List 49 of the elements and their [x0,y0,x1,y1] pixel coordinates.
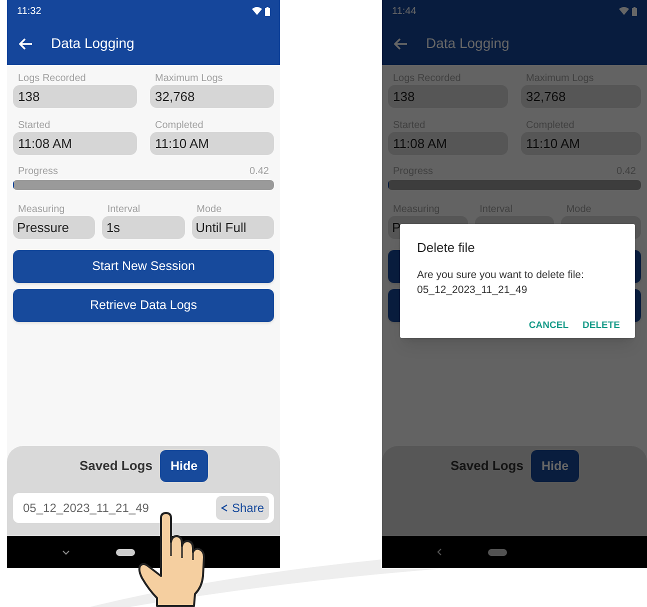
status-time: 11:44 [392,4,416,18]
dialog-action-button[interactable]: DELETE [582,319,620,334]
value-field: 32,768 [150,85,274,108]
progress-label: Progress [18,165,58,179]
chevron-down-icon[interactable] [62,550,70,554]
value-field: 138 [388,85,508,108]
dialog-action-button[interactable]: CANCEL [528,319,569,334]
back-arrow-icon [19,38,33,50]
screen-title: Data Logging [51,34,134,53]
file-row[interactable]: 05_12_2023_11_21_49 Share [13,493,274,523]
value-field: 138 [13,85,137,108]
action-button[interactable]: Retrieve Data Logs [13,289,274,322]
field-label: Measuring [17,203,66,216]
field-label: Started [17,119,52,132]
back-chevron-icon[interactable] [437,548,442,556]
screen-title: Data Logging [426,34,510,53]
share-button[interactable]: Share [216,496,269,520]
field-label: Completed [154,119,204,132]
progress-reading: 0.42 [250,165,269,179]
home-pill[interactable] [116,548,135,556]
value-field: 11:08 AM [388,132,508,155]
share-icon [220,504,228,512]
wifi-icon [619,7,629,15]
value-field: Pressure [13,216,96,239]
value-field: 1s [102,216,185,239]
field-label: Mode [196,203,223,216]
dialog-title: Delete file [417,239,476,257]
share-label: Share [232,500,264,517]
status-time: 11:32 [17,4,42,18]
back-arrow-icon [394,38,408,50]
dialog-message: Are you sure you want to delete file: [417,268,585,282]
value-field: 32,768 [521,85,641,108]
field-label: Interval [106,203,142,216]
value-field: Until Full [192,216,274,239]
field-label: Maximum Logs [154,72,224,85]
panel-title: Saved Logs [450,457,524,476]
field-label: Logs Recorded [17,72,87,85]
value-field: 11:10 AM [150,132,274,155]
battery-icon [265,6,270,16]
hide-button[interactable]: Hide [160,450,208,482]
value-field: 11:10 AM [521,132,641,155]
file-name: 05_12_2023_11_21_49 [23,500,149,517]
wifi-icon [252,7,262,15]
action-button[interactable]: Start New Session [13,250,274,283]
back-button[interactable] [19,38,33,50]
panel-title: Saved Logs [79,457,152,476]
battery-icon [632,6,637,16]
value-field: 11:08 AM [13,132,137,155]
dialog-file-name: 05_12_2023_11_21_49 [417,283,528,298]
